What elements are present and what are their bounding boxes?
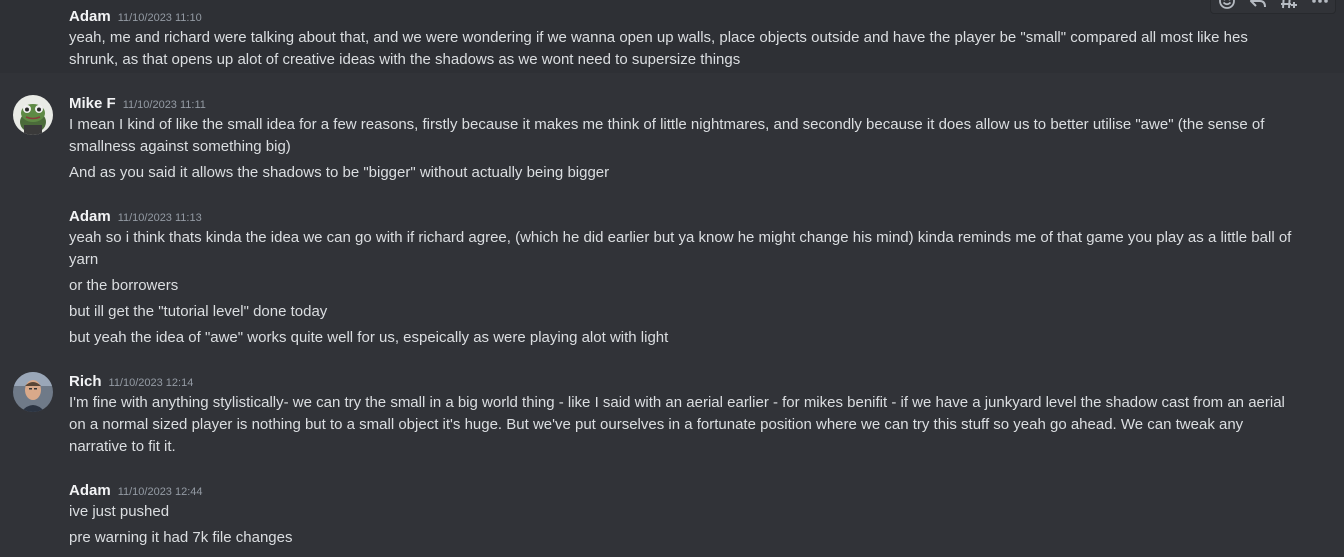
avatar[interactable] bbox=[13, 95, 53, 135]
message-header: Adam 11/10/2023 12:44 bbox=[69, 482, 203, 499]
message-timestamp[interactable]: 11/10/2023 12:44 bbox=[118, 486, 203, 498]
message-timestamp[interactable]: 11/10/2023 11:10 bbox=[118, 12, 202, 24]
message-text: yeah so i think thats kinda the idea we … bbox=[69, 229, 1292, 268]
more-icon[interactable] bbox=[1309, 0, 1331, 9]
username[interactable]: Adam bbox=[69, 8, 111, 25]
chat-messages: Adam 11/10/2023 11:10 yeah, me and richa… bbox=[0, 0, 1344, 557]
username[interactable]: Adam bbox=[69, 208, 111, 225]
add-reaction-icon[interactable] bbox=[1216, 0, 1238, 9]
message-text: I'm fine with anything stylistically- we… bbox=[69, 394, 1285, 455]
username[interactable]: Mike F bbox=[69, 95, 116, 112]
create-thread-icon[interactable] bbox=[1278, 0, 1300, 9]
message-header: Rich 11/10/2023 12:14 bbox=[69, 373, 193, 390]
username[interactable]: Rich bbox=[69, 373, 102, 390]
avatar[interactable] bbox=[13, 372, 53, 412]
message-text: but ill get the "tutorial level" done to… bbox=[69, 303, 328, 320]
frog-avatar-icon bbox=[13, 95, 53, 135]
message-header: Adam 11/10/2023 11:10 bbox=[69, 8, 202, 25]
message-text: ive just pushed bbox=[69, 503, 170, 520]
message-text: And as you said it allows the shadows to… bbox=[69, 164, 610, 181]
message-text: but yeah the idea of "awe" works quite w… bbox=[69, 329, 669, 346]
message-text: yeah, me and richard were talking about … bbox=[69, 29, 1248, 68]
message-text: I mean I kind of like the small idea for… bbox=[69, 116, 1265, 155]
message-actions-toolbar bbox=[1210, 0, 1336, 14]
user-photo-icon bbox=[13, 372, 53, 412]
username[interactable]: Adam bbox=[69, 482, 111, 499]
message-header: Adam 11/10/2023 11:13 bbox=[69, 208, 202, 225]
message-timestamp[interactable]: 11/10/2023 12:14 bbox=[109, 377, 194, 389]
message-text: pre warning it had 7k file changes bbox=[69, 529, 293, 546]
message-header: Mike F 11/10/2023 11:11 bbox=[69, 95, 206, 112]
message-text: or the borrowers bbox=[69, 277, 179, 294]
message-timestamp[interactable]: 11/10/2023 11:13 bbox=[118, 212, 202, 224]
reply-icon[interactable] bbox=[1247, 0, 1269, 9]
message-timestamp[interactable]: 11/10/2023 11:11 bbox=[123, 99, 206, 111]
